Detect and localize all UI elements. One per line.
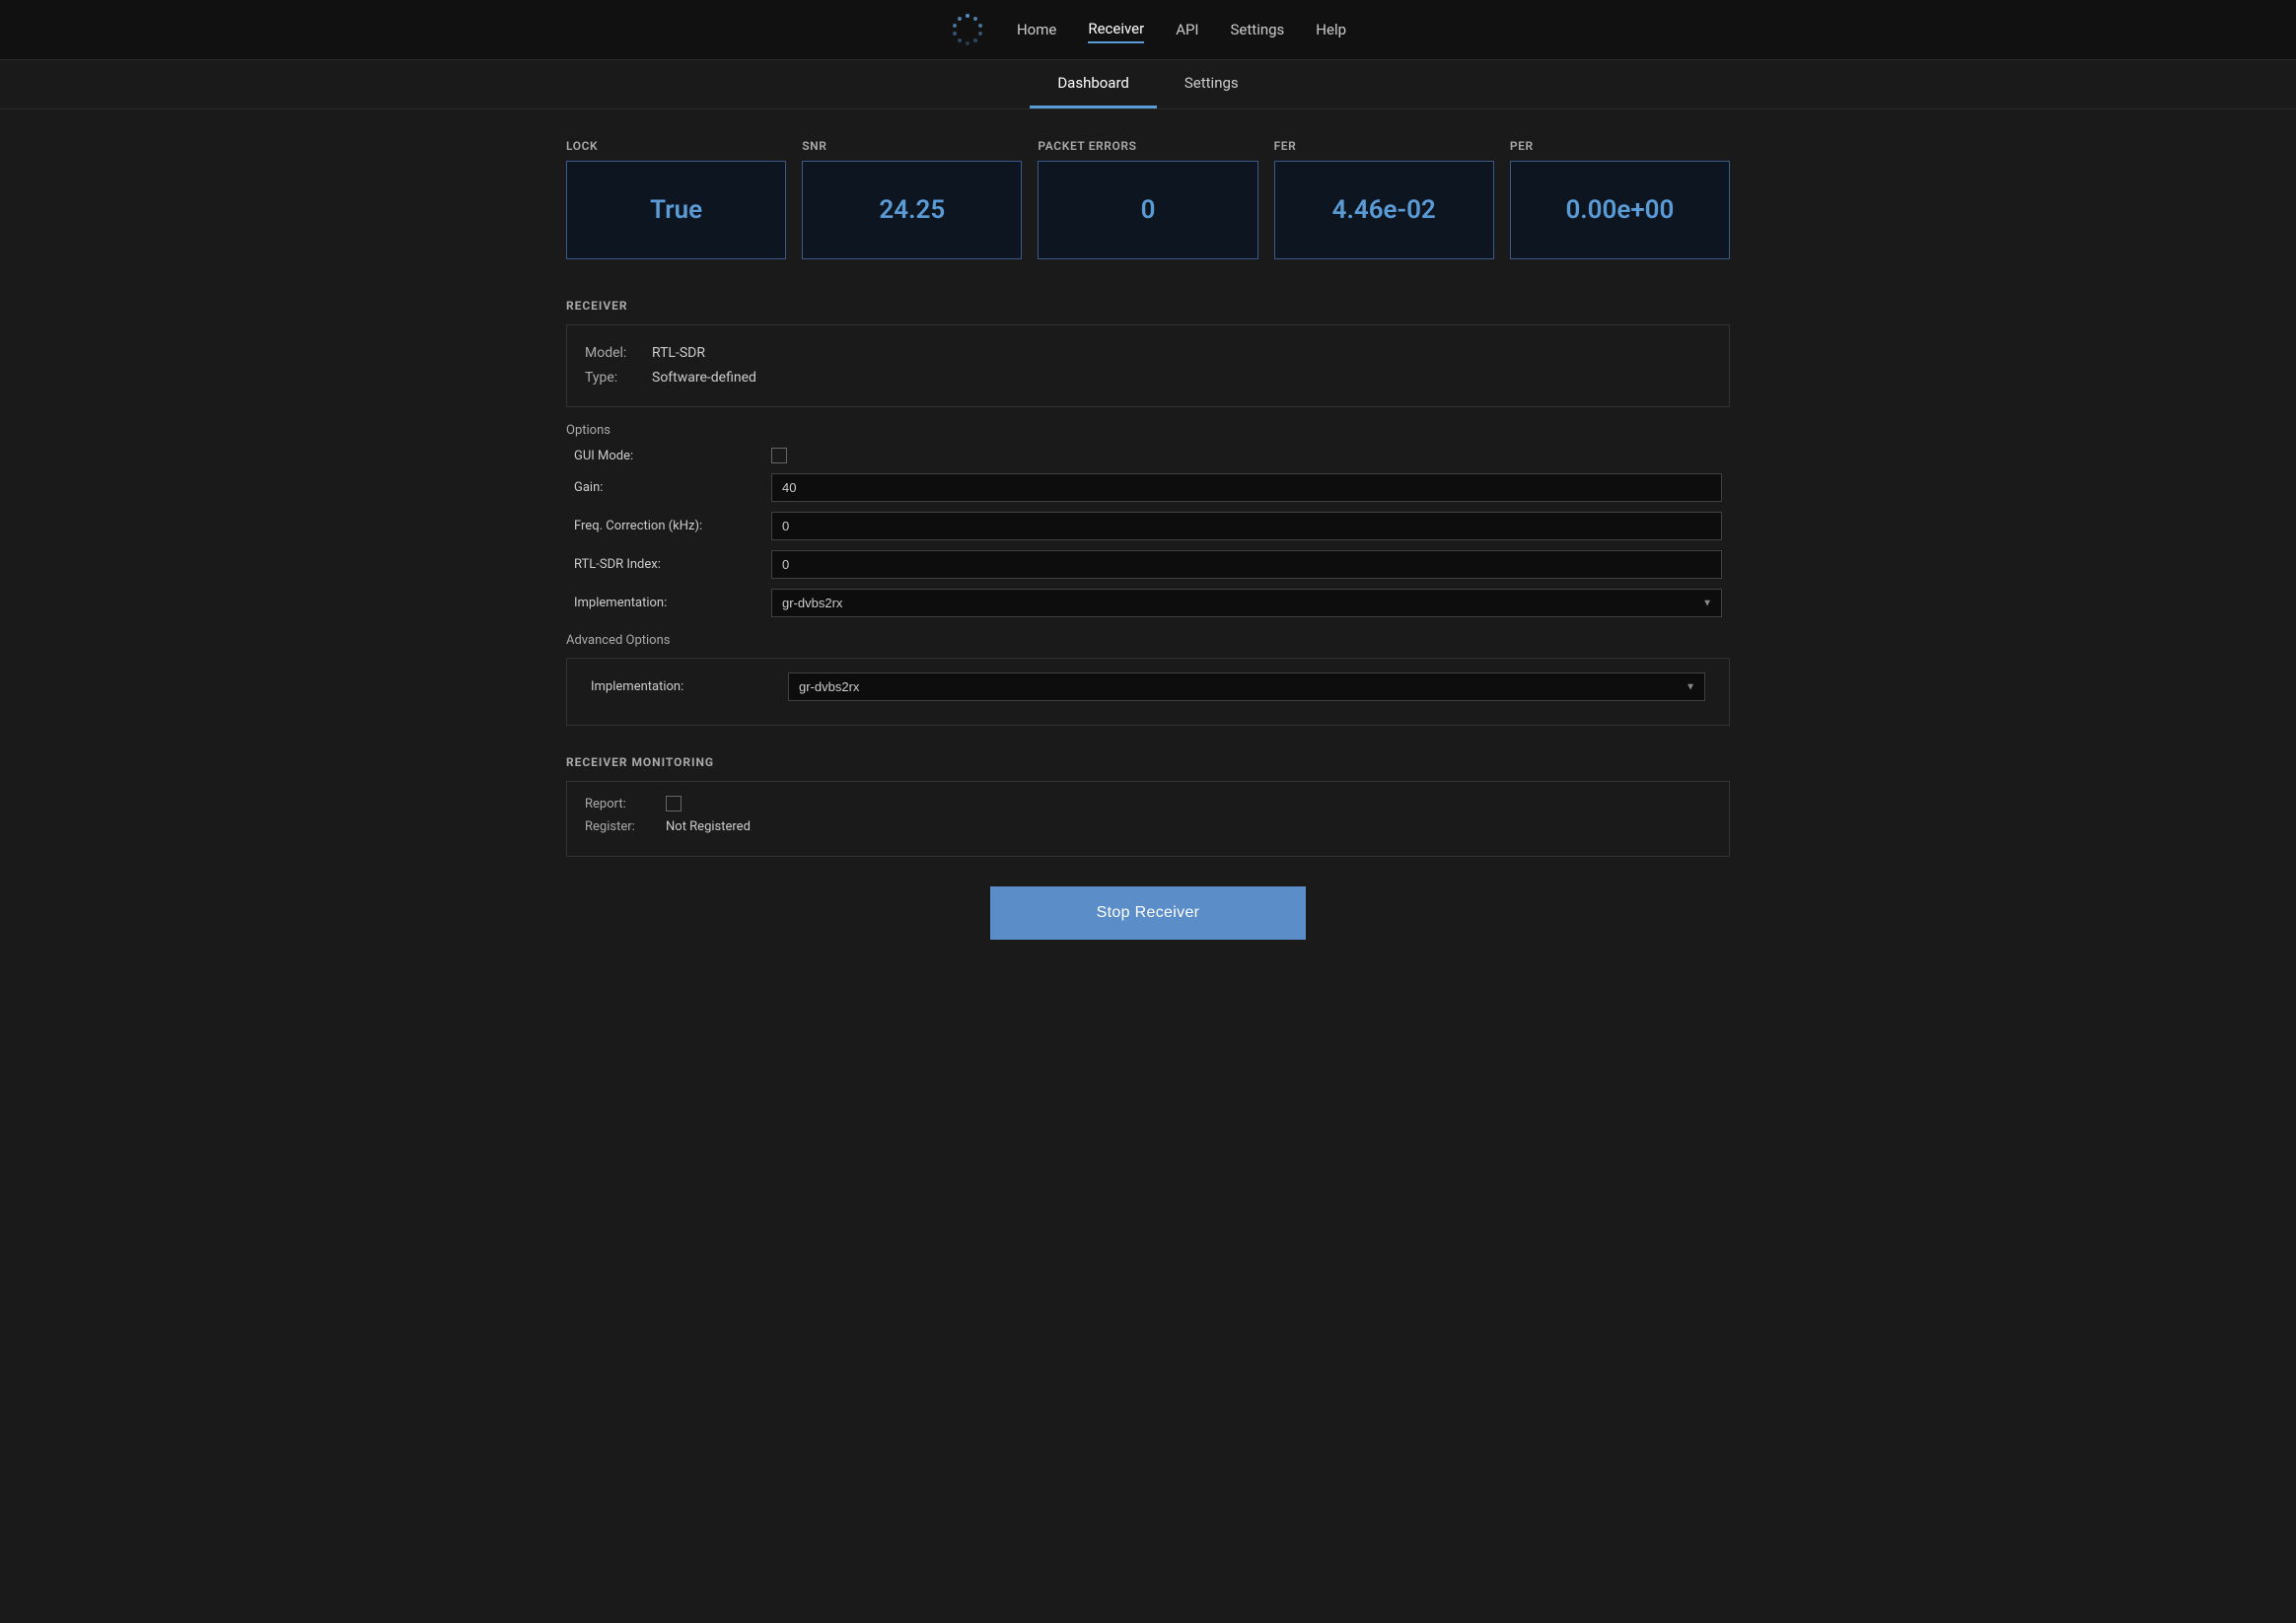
metric-packet-errors-box: 0 — [1038, 161, 1257, 259]
advanced-implementation-select[interactable]: gr-dvbs2rx — [788, 672, 1705, 701]
rtl-sdr-index-label: RTL-SDR Index: — [574, 557, 771, 572]
model-label: Model: — [585, 341, 644, 366]
register-value: Not Registered — [666, 819, 751, 834]
advanced-options-box: Implementation: gr-dvbs2rx — [566, 658, 1730, 726]
logo-icon — [950, 12, 985, 47]
freq-correction-input[interactable] — [771, 512, 1722, 540]
sub-nav: Dashboard Settings — [0, 60, 2296, 109]
metric-snr-value: 24.25 — [879, 195, 945, 225]
register-row: Register: Not Registered — [585, 819, 1711, 834]
implementation-select-wrapper: gr-dvbs2rx — [771, 589, 1722, 617]
metric-per-box: 0.00e+00 — [1510, 161, 1730, 259]
monitoring-heading: RECEIVER MONITORING — [566, 755, 1730, 769]
advanced-implementation-select-wrapper: gr-dvbs2rx — [788, 672, 1705, 701]
report-checkbox[interactable] — [666, 796, 682, 812]
type-value: Software-defined — [652, 366, 756, 390]
metric-lock-box: True — [566, 161, 786, 259]
gui-mode-checkbox[interactable] — [771, 448, 787, 463]
implementation-row: Implementation: gr-dvbs2rx — [566, 589, 1730, 617]
metric-per-value: 0.00e+00 — [1565, 195, 1674, 225]
implementation-label: Implementation: — [574, 596, 771, 610]
metric-packet-errors-label: PACKET ERRORS — [1038, 139, 1257, 153]
main-content: LOCK True SNR 24.25 PACKET ERRORS 0 FER … — [527, 139, 1769, 999]
implementation-select[interactable]: gr-dvbs2rx — [771, 589, 1722, 617]
tab-dashboard[interactable]: Dashboard — [1030, 60, 1157, 108]
gain-label: Gain: — [574, 480, 771, 495]
receiver-heading: RECEIVER — [566, 299, 1730, 313]
metric-lock-value: True — [650, 195, 702, 225]
metric-fer-box: 4.46e-02 — [1274, 161, 1494, 259]
metric-fer-label: FER — [1274, 139, 1494, 153]
metric-per: PER 0.00e+00 — [1510, 139, 1730, 259]
metric-per-label: PER — [1510, 139, 1730, 153]
gain-input[interactable] — [771, 473, 1722, 502]
gain-row: Gain: — [566, 473, 1730, 502]
metric-snr-label: SNR — [802, 139, 1022, 153]
metrics-row: LOCK True SNR 24.25 PACKET ERRORS 0 FER … — [566, 139, 1730, 259]
nav-help[interactable]: Help — [1316, 17, 1346, 42]
metric-snr-box: 24.25 — [802, 161, 1022, 259]
options-label: Options — [566, 423, 1730, 438]
rtl-sdr-index-input[interactable] — [771, 550, 1722, 579]
monitoring-section: RECEIVER MONITORING Report: Register: No… — [566, 755, 1730, 857]
nav-settings[interactable]: Settings — [1231, 17, 1285, 42]
stop-button-container: Stop Receiver — [566, 886, 1730, 940]
metric-fer: FER 4.46e-02 — [1274, 139, 1494, 259]
gui-mode-label: GUI Mode: — [574, 449, 771, 463]
metric-fer-value: 4.46e-02 — [1332, 195, 1436, 225]
nav-receiver[interactable]: Receiver — [1088, 16, 1144, 43]
gui-mode-row: GUI Mode: — [566, 448, 1730, 463]
metric-lock-label: LOCK — [566, 139, 786, 153]
advanced-implementation-row: Implementation: gr-dvbs2rx — [583, 672, 1713, 701]
type-row: Type: Software-defined — [585, 366, 1711, 390]
metric-snr: SNR 24.25 — [802, 139, 1022, 259]
options-section: Options GUI Mode: Gain: Freq. Correction… — [566, 423, 1730, 617]
report-row: Report: — [585, 796, 1711, 812]
receiver-info-box: Model: RTL-SDR Type: Software-defined — [566, 324, 1730, 407]
top-nav: Home Receiver API Settings Help — [0, 0, 2296, 60]
monitoring-box: Report: Register: Not Registered — [566, 781, 1730, 857]
advanced-implementation-label: Implementation: — [591, 679, 788, 694]
model-value: RTL-SDR — [652, 341, 705, 366]
report-label: Report: — [585, 797, 654, 812]
model-row: Model: RTL-SDR — [585, 341, 1711, 366]
freq-correction-row: Freq. Correction (kHz): — [566, 512, 1730, 540]
rtl-sdr-index-row: RTL-SDR Index: — [566, 550, 1730, 579]
register-label: Register: — [585, 819, 654, 834]
nav-api[interactable]: API — [1176, 17, 1198, 42]
metric-lock: LOCK True — [566, 139, 786, 259]
advanced-section: Advanced Options Implementation: gr-dvbs… — [566, 633, 1730, 726]
advanced-options-label: Advanced Options — [566, 633, 1730, 648]
type-label: Type: — [585, 366, 644, 390]
nav-home[interactable]: Home — [1017, 17, 1056, 42]
freq-correction-label: Freq. Correction (kHz): — [574, 519, 771, 533]
metric-packet-errors-value: 0 — [1141, 195, 1156, 225]
metric-packet-errors: PACKET ERRORS 0 — [1038, 139, 1257, 259]
stop-receiver-button[interactable]: Stop Receiver — [990, 886, 1306, 940]
tab-settings[interactable]: Settings — [1157, 60, 1266, 108]
